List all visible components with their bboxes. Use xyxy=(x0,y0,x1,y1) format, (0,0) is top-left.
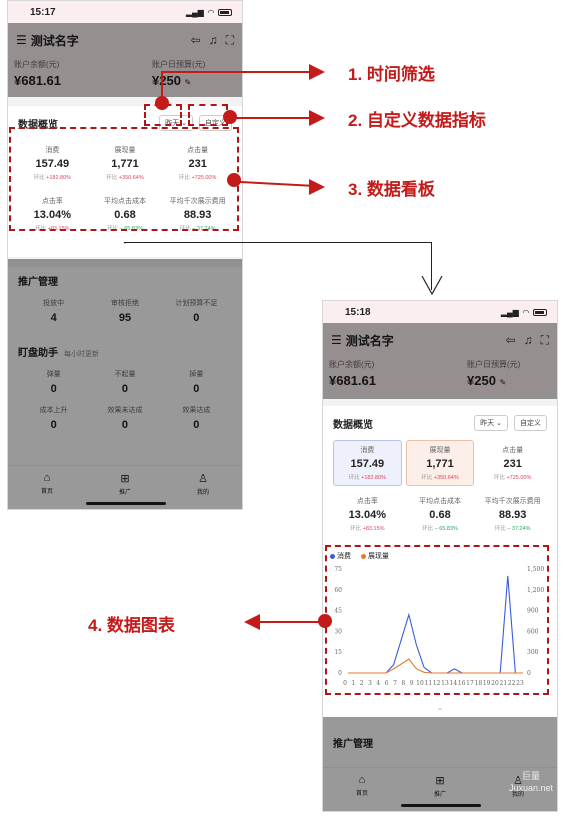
chevron-down-icon: ⌄ xyxy=(181,120,187,127)
metric-label: 平均千次展示费用 xyxy=(484,498,541,505)
annotation-label: 3. 数据看板 xyxy=(348,180,435,199)
arrow-line xyxy=(161,72,163,100)
metric-card[interactable]: 点击率 13.04% 环比 +83.15% xyxy=(333,491,402,537)
metric-change: +725.00% xyxy=(506,475,532,481)
status-time: 15:17 xyxy=(30,6,56,18)
metrics-grid: 消费 157.49 环比 +182.80% 展现量 1,771 环比 +350.64% … xyxy=(333,440,547,537)
status-time: 15:18 xyxy=(345,306,371,318)
metric-value: 231 xyxy=(503,458,522,470)
metric-change-prefix: 环比 xyxy=(493,475,505,481)
dashboard-highlight-box xyxy=(9,127,239,231)
metric-card[interactable]: 平均点击成本 0.68 环比 – 65.83% xyxy=(406,491,475,537)
overlay-shade xyxy=(8,259,242,509)
status-bar: 15:17 ▂▄▆ ◠ xyxy=(8,1,242,23)
arrow-line xyxy=(161,71,311,73)
watermark-line: Juxuan.net xyxy=(509,782,554,793)
arrow-line xyxy=(236,117,311,119)
battery-icon xyxy=(533,308,547,316)
metric-label: 展现量 xyxy=(429,447,451,454)
overlay-shade xyxy=(323,717,557,811)
arrow-head-icon xyxy=(244,614,260,630)
metric-value: 157.49 xyxy=(350,458,385,470)
metric-value: 0.68 xyxy=(429,509,451,521)
battery-icon xyxy=(218,8,232,16)
annotation-label: 4. 数据图表 xyxy=(88,616,175,635)
signal-icon: ▂▄▆ xyxy=(185,7,204,17)
annotation-dot xyxy=(227,173,241,187)
arrow-line xyxy=(258,621,320,623)
metric-card[interactable]: 平均千次展示费用 88.93 环比 – 37.24% xyxy=(478,491,547,537)
overview-title: 数据概览 xyxy=(333,419,373,431)
custom-metrics-button[interactable]: 自定义 xyxy=(514,415,547,431)
chevron-down-icon: ⌄ xyxy=(496,420,502,427)
metric-change-prefix: 环比 xyxy=(494,526,506,532)
phone-screen-1: 15:17 ▂▄▆ ◠ ☰ 测试名字 ⇦ ♫ ⛶ 账户余额(元) ¥681.61 账户日… xyxy=(7,0,243,510)
metric-label: 消费 xyxy=(360,447,375,454)
metric-card-selected[interactable]: 消费 157.49 环比 +182.80% xyxy=(333,440,402,486)
metric-change: +83.15% xyxy=(362,526,385,532)
annotation-dot xyxy=(223,110,237,124)
metric-change-prefix: 环比 xyxy=(422,526,434,532)
metric-label: 点击量 xyxy=(502,447,524,454)
metric-change-prefix: 环比 xyxy=(421,475,433,481)
connector-line xyxy=(124,242,432,243)
wifi-icon: ◠ xyxy=(207,7,214,17)
signal-icon: ▂▄▆ xyxy=(500,307,519,317)
annotation-label: 1. 时间筛选 xyxy=(348,65,435,84)
watermark-line: 巨量 xyxy=(522,771,541,781)
status-icons: ▂▄▆ ◠ xyxy=(501,308,547,317)
status-icons: ▂▄▆ ◠ xyxy=(186,8,232,17)
metric-card-selected[interactable]: 展现量 1,771 环比 +350.64% xyxy=(405,440,475,486)
metric-change-prefix: 环比 xyxy=(348,475,360,481)
annotation-label: 2. 自定义数据指标 xyxy=(348,111,486,130)
metric-label: 平均点击成本 xyxy=(418,498,461,505)
metric-value: 13.04% xyxy=(348,509,386,521)
arrow-head-icon xyxy=(309,64,325,80)
wifi-icon: ◠ xyxy=(522,307,529,317)
connector-arrow-icon xyxy=(421,275,443,296)
annotation-dot xyxy=(318,614,332,628)
metric-change: +182.80% xyxy=(361,475,387,481)
metric-change: – 37.24% xyxy=(507,526,531,532)
arrow-head-icon xyxy=(309,110,325,126)
metric-value: 88.93 xyxy=(498,509,527,521)
arrow-head-icon xyxy=(309,179,325,195)
metric-change: +350.64% xyxy=(433,475,459,481)
metric-card[interactable]: 点击量 231 环比 +725.00% xyxy=(478,440,547,486)
data-overview-card: 数据概览 昨天 ⌄ 自定义 消费 157.49 环比 +182.80% 展现量 1,7… xyxy=(327,406,553,543)
metric-label: 点击率 xyxy=(356,498,378,505)
watermark: 巨量 Juxuan.net xyxy=(509,771,553,794)
date-filter-label: 昨天 xyxy=(480,420,495,427)
chart-highlight-box xyxy=(325,545,549,695)
status-bar: 15:18 ▂▄▆ ◠ xyxy=(323,301,557,323)
custom-highlight-box xyxy=(188,104,228,126)
arrow-line xyxy=(239,181,311,187)
expand-chevron-icon[interactable]: ⌄ xyxy=(18,237,232,251)
date-filter-button[interactable]: 昨天 ⌄ xyxy=(474,415,508,431)
metric-change-prefix: 环比 xyxy=(350,526,362,532)
metric-change: – 65.83% xyxy=(434,526,458,532)
metric-value: 1,771 xyxy=(426,458,454,470)
